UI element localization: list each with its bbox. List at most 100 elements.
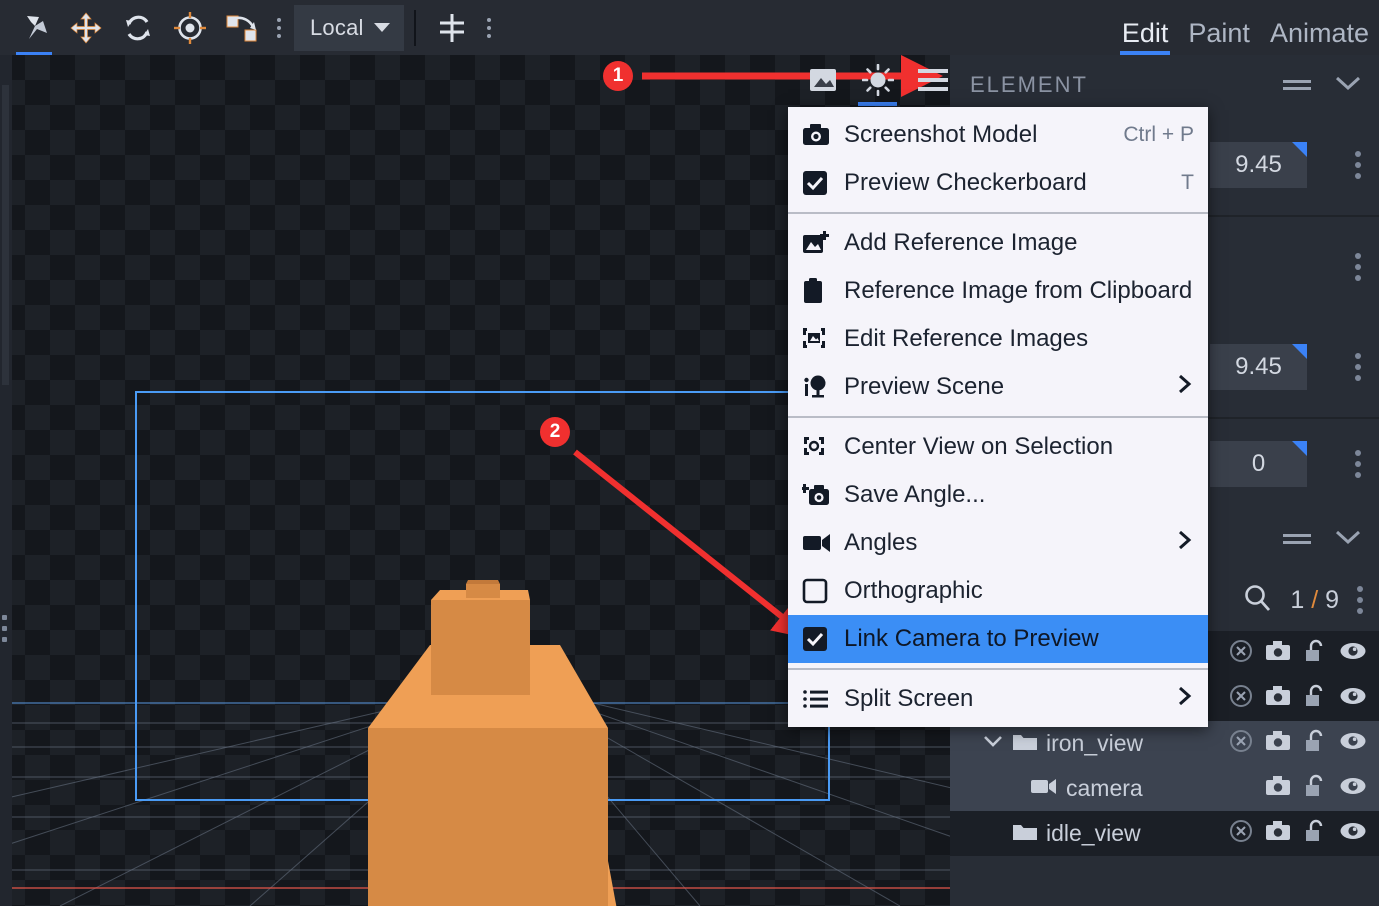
outliner-menu-button[interactable] <box>1357 586 1363 614</box>
checkbox-checked-icon[interactable] <box>802 626 844 652</box>
menu-item-screenshot-model[interactable]: Screenshot Model Ctrl + P <box>788 111 1208 159</box>
element-panel-header: ELEMENT <box>950 55 1379 115</box>
video-camera-icon <box>802 532 844 554</box>
lighting-active-indicator <box>858 102 897 106</box>
menu-item-label: Edit Reference Images <box>844 325 1089 352</box>
menu-item-orthographic[interactable]: Orthographic <box>788 567 1208 615</box>
list-item-iron-view[interactable]: iron_view <box>950 721 1379 766</box>
chevron-down-icon <box>373 23 390 32</box>
kebab-dot <box>486 33 491 38</box>
tab-paint[interactable]: Paint <box>1178 20 1260 55</box>
top-toolbar: Local Edit Paint Animate <box>0 0 1379 55</box>
checkbox-checked-icon[interactable] <box>802 170 844 196</box>
move-tool-button[interactable] <box>60 0 112 55</box>
equals-icon[interactable] <box>1283 80 1311 90</box>
save-angle-icon <box>802 482 844 508</box>
snap-overflow-button[interactable] <box>478 0 500 55</box>
reference-image-button[interactable] <box>795 58 850 106</box>
menu-item-center-view-on-selection[interactable]: Center View on Selection <box>788 423 1208 471</box>
viewport-menu-button[interactable] <box>905 58 960 106</box>
toolbar-overflow-button[interactable] <box>268 0 290 55</box>
menu-item-link-camera-to-preview[interactable]: Link Camera to Preview <box>788 615 1208 663</box>
menu-item-angles[interactable]: Angles <box>788 519 1208 567</box>
menu-item-save-angle[interactable]: Save Angle... <box>788 471 1208 519</box>
select-tool-button[interactable] <box>8 0 60 55</box>
disable-icon[interactable] <box>1229 819 1253 848</box>
mode-tabs: Edit Paint Animate <box>1112 0 1379 55</box>
snap-button[interactable] <box>426 0 478 55</box>
checkbox-empty-icon[interactable] <box>802 578 844 604</box>
move-arrows-icon <box>70 11 102 44</box>
viewport-scroll-segment[interactable] <box>2 85 9 385</box>
edit-image-icon <box>802 326 844 352</box>
tab-animate[interactable]: Animate <box>1260 20 1379 55</box>
transform-tool-button[interactable] <box>216 0 268 55</box>
property-row-menu[interactable] <box>1355 450 1361 478</box>
rail-dot <box>2 626 7 631</box>
viewport-rail-dots[interactable] <box>2 615 7 642</box>
menu-item-add-reference-image[interactable]: Add Reference Image <box>788 219 1208 267</box>
kebab-dot <box>486 25 491 30</box>
menu-item-label: Center View on Selection <box>844 433 1114 460</box>
menu-item-split-screen[interactable]: Split Screen <box>788 675 1208 723</box>
disable-icon[interactable] <box>1229 639 1253 668</box>
eye-icon[interactable] <box>1339 776 1367 801</box>
property-row-menu[interactable] <box>1355 151 1361 179</box>
annotation-badge-label: 2 <box>549 421 561 442</box>
add-image-icon <box>802 230 844 256</box>
list-item-idle-view[interactable]: idle_view <box>950 811 1379 856</box>
unlock-icon[interactable] <box>1303 819 1327 848</box>
equals-icon[interactable] <box>1283 534 1311 544</box>
clipboard-icon <box>802 278 844 304</box>
annotation-badge-2: 2 <box>540 417 570 447</box>
property-value-field[interactable]: 9.45 <box>1210 142 1307 188</box>
property-value-field[interactable]: 0 <box>1210 441 1307 487</box>
unlock-icon[interactable] <box>1303 729 1327 758</box>
property-value-field[interactable]: 9.45 <box>1210 344 1307 390</box>
unlock-icon[interactable] <box>1303 774 1327 803</box>
camera-icon[interactable] <box>1265 775 1291 802</box>
pivot-tool-button[interactable] <box>164 0 216 55</box>
chevron-down-icon[interactable] <box>1333 74 1363 97</box>
camera-icon[interactable] <box>1265 685 1291 712</box>
list-item-label: idle_view <box>1046 820 1141 846</box>
tab-edit[interactable]: Edit <box>1112 20 1179 55</box>
property-row-menu[interactable] <box>1355 253 1361 281</box>
unlock-icon[interactable] <box>1303 639 1327 668</box>
menu-item-reference-image-from-clipboard[interactable]: Reference Image from Clipboard <box>788 267 1208 315</box>
unlock-icon[interactable] <box>1303 684 1327 713</box>
property-row-menu[interactable] <box>1355 353 1361 381</box>
list-item-camera[interactable]: camera <box>950 766 1379 811</box>
eye-icon[interactable] <box>1339 641 1367 666</box>
scene-icon <box>802 374 844 400</box>
menu-item-preview-scene[interactable]: Preview Scene <box>788 363 1208 411</box>
eye-icon[interactable] <box>1339 686 1367 711</box>
eye-icon[interactable] <box>1339 731 1367 756</box>
menu-item-edit-reference-images[interactable]: Edit Reference Images <box>788 315 1208 363</box>
target-icon <box>173 11 207 45</box>
element-panel-title: ELEMENT <box>970 72 1088 97</box>
disable-icon[interactable] <box>1229 729 1253 758</box>
transform-icon <box>225 12 259 44</box>
lighting-button[interactable] <box>850 58 905 106</box>
disable-icon[interactable] <box>1229 684 1253 713</box>
counter-current: 1 <box>1290 585 1305 614</box>
transform-space-dropdown[interactable]: Local <box>294 4 404 51</box>
chevron-down-icon[interactable] <box>982 734 1004 753</box>
outliner-counter: 1 / 9 <box>1290 586 1339 615</box>
camera-icon[interactable] <box>1265 640 1291 667</box>
select-arrow-icon <box>17 13 51 43</box>
menu-item-preview-checkerboard[interactable]: Preview Checkerboard T <box>788 159 1208 207</box>
camera-icon[interactable] <box>1265 730 1291 757</box>
row-icon-group <box>1229 729 1367 758</box>
rotate-tool-button[interactable] <box>112 0 164 55</box>
eye-icon[interactable] <box>1339 821 1367 846</box>
menu-item-shortcut: T <box>1181 171 1194 194</box>
menu-item-label: Add Reference Image <box>844 229 1078 256</box>
tab-animate-label: Animate <box>1269 18 1369 48</box>
row-icon-group <box>1265 774 1367 803</box>
search-icon[interactable] <box>1242 583 1272 618</box>
chevron-down-icon[interactable] <box>1333 528 1363 551</box>
camera-icon[interactable] <box>1265 820 1291 847</box>
list-item-label: camera <box>1066 775 1143 801</box>
